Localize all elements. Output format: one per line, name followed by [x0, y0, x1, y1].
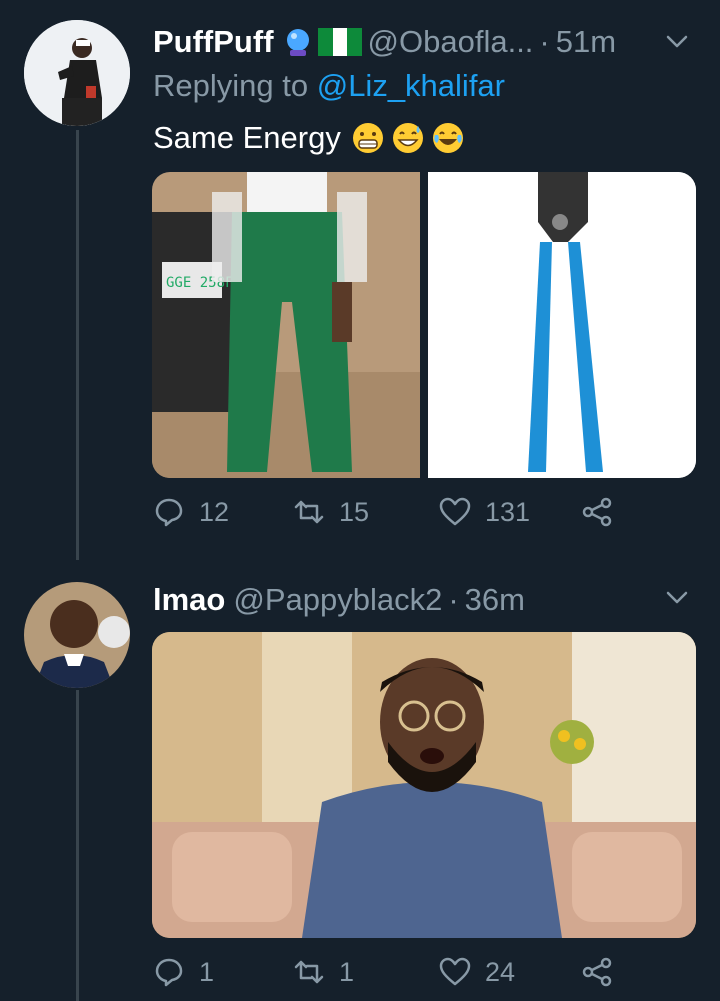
- retweet-button[interactable]: 1: [293, 956, 354, 988]
- grinning-sweat-face-icon: [391, 121, 425, 155]
- thread-line: [76, 130, 79, 560]
- heart-icon: [439, 497, 471, 526]
- like-count: 131: [485, 496, 531, 527]
- replying-to: Replying to @Liz_khalifar: [153, 68, 505, 104]
- share-icon: [582, 957, 612, 987]
- retweet-count: 1: [339, 956, 355, 987]
- share-button[interactable]: [581, 496, 627, 528]
- timestamp[interactable]: 36m: [465, 582, 525, 618]
- reply-count: 12: [199, 496, 230, 527]
- timestamp[interactable]: 51m: [556, 24, 616, 60]
- reply-icon: [155, 958, 183, 987]
- reply-count: 1: [199, 956, 215, 987]
- media-image-man-on-couch[interactable]: [152, 632, 696, 938]
- display-name[interactable]: PuffPuff: [153, 24, 274, 60]
- grimacing-face-icon: [351, 121, 385, 155]
- retweet-button[interactable]: 15: [293, 496, 369, 528]
- tweet-header: lmao @Pappyblack2 · 36m: [153, 578, 690, 622]
- avatar-image: [24, 20, 130, 126]
- like-button[interactable]: 131: [439, 496, 530, 528]
- separator-dot: ·: [539, 24, 550, 59]
- tweet-actions: 1 1 24: [153, 956, 673, 1000]
- media-image-trousers[interactable]: GGE 258FX: [152, 172, 420, 478]
- like-button[interactable]: 24: [439, 956, 515, 988]
- avatar-image: [24, 582, 130, 688]
- mention-link[interactable]: @Liz_khalifar: [317, 68, 505, 103]
- user-handle[interactable]: @Obaofla...: [368, 24, 534, 60]
- share-icon: [582, 497, 612, 527]
- retweet-icon: [294, 960, 324, 984]
- tweet-text: Same Energy: [153, 116, 465, 160]
- separator-dot: ·: [448, 582, 459, 617]
- share-button[interactable]: [581, 956, 627, 988]
- tweet-1[interactable]: PuffPuff @Obaofla... · 51m Replying to @…: [0, 0, 720, 560]
- chevron-down-icon[interactable]: [664, 29, 690, 55]
- user-handle[interactable]: @Pappyblack2: [233, 582, 442, 618]
- like-count: 24: [485, 956, 516, 987]
- heart-icon: [439, 957, 471, 986]
- replying-to-label: Replying to: [153, 68, 309, 103]
- reply-button[interactable]: 12: [153, 496, 229, 528]
- reply-icon: [155, 498, 183, 527]
- retweet-count: 15: [339, 496, 370, 527]
- tweet-actions: 12 15 131: [153, 496, 673, 540]
- tweet-header: PuffPuff @Obaofla... · 51m: [153, 20, 690, 64]
- media-image-pliers[interactable]: [428, 172, 696, 478]
- avatar[interactable]: [24, 582, 130, 688]
- reply-button[interactable]: 1: [153, 956, 214, 988]
- retweet-icon: [294, 500, 324, 524]
- display-name[interactable]: lmao: [153, 582, 225, 618]
- avatar[interactable]: [24, 20, 130, 126]
- nigeria-flag-icon: [317, 28, 362, 56]
- tweet-2[interactable]: lmao @Pappyblack2 · 36m 1 1 24: [0, 560, 720, 1001]
- thread-line: [76, 690, 79, 1001]
- crystal-ball-icon: [282, 26, 314, 58]
- tweet-text-content: Same Energy: [153, 120, 341, 155]
- chevron-down-icon[interactable]: [664, 585, 690, 611]
- tears-of-joy-face-icon: [431, 121, 465, 155]
